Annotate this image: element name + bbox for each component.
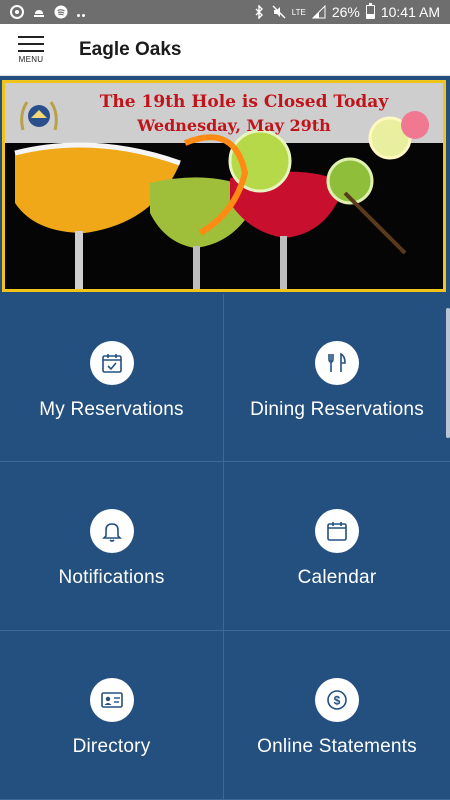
tile-label: Online Statements [257, 736, 417, 757]
club-crest-icon [20, 101, 58, 131]
bell-icon [89, 509, 134, 553]
tile-label: Notifications [58, 567, 165, 588]
upload-icon [34, 10, 44, 17]
id-card-icon [89, 678, 134, 722]
bluetooth-icon [255, 5, 263, 19]
menu-label: MENU [18, 54, 44, 64]
signal-icon [311, 5, 326, 19]
dollar-icon: $ [315, 678, 359, 722]
status-bar: LTE 26% 10:41 AM [0, 0, 450, 24]
tile-notifications[interactable]: Notifications [0, 462, 224, 631]
clock: 10:41 AM [380, 4, 440, 20]
scrollbar[interactable] [446, 308, 450, 438]
promo-banner[interactable]: The 19th Hole is Closed Today Wednesday,… [2, 80, 446, 292]
tile-my-reservations[interactable]: My Reservations [0, 294, 224, 462]
network-label: LTE [291, 7, 306, 17]
battery-icon [365, 3, 375, 19]
hamburger-icon [18, 35, 44, 52]
app-bar: MENU Eagle Oaks [0, 24, 450, 76]
tile-label: Calendar [297, 567, 377, 588]
tile-dining-reservations[interactable]: Dining Reservations [224, 294, 450, 462]
chrome-icon [10, 5, 24, 19]
svg-text:$: $ [334, 694, 341, 708]
tile-calendar[interactable]: Calendar [224, 462, 450, 631]
tile-online-statements[interactable]: $ Online Statements [224, 631, 450, 800]
tile-directory[interactable]: Directory [0, 631, 224, 800]
tile-label: Dining Reservations [250, 398, 424, 420]
mute-icon [272, 5, 286, 19]
calendar-check-icon [89, 340, 134, 385]
menu-grid: My Reservations Dining Reservations Noti… [0, 294, 450, 800]
spotify-icon [54, 5, 68, 19]
more-dots [76, 4, 86, 20]
calendar-icon [315, 509, 359, 553]
battery-percent: 26% [331, 4, 360, 20]
cocktail-image [5, 83, 443, 289]
tile-label: Directory [72, 736, 151, 757]
fork-knife-icon [315, 340, 359, 385]
menu-button[interactable]: MENU [0, 24, 62, 76]
tile-label: My Reservations [39, 398, 184, 420]
app-title: Eagle Oaks [79, 38, 182, 60]
